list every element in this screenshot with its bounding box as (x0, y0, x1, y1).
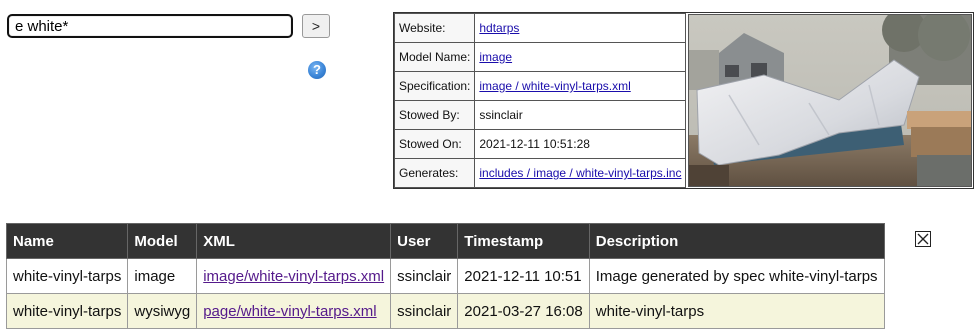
help-icon[interactable]: ? (308, 61, 326, 79)
cell-model: wysiwyg (127, 293, 198, 329)
info-label: Website: (393, 13, 476, 43)
cell-model: image (127, 258, 198, 294)
column-header-model[interactable]: Model (127, 223, 198, 259)
table-row[interactable]: white-vinyl-tarps wysiwyg page/white-vin… (5, 293, 885, 329)
website-link[interactable]: hdtarps (479, 21, 519, 35)
stowed-by-value: ssinclair (474, 100, 687, 130)
column-header-description[interactable]: Description (588, 223, 885, 259)
info-row-stowed-by: Stowed By: ssinclair (393, 100, 687, 130)
cell-timestamp: 2021-12-11 10:51 (457, 258, 590, 294)
close-box-icon[interactable] (915, 231, 931, 247)
cell-name: white-vinyl-tarps (5, 293, 129, 329)
specification-link[interactable]: image / white-vinyl-tarps.xml (479, 79, 630, 93)
go-button[interactable]: > (302, 14, 330, 38)
tarp-photo (689, 15, 971, 186)
info-table: Website: hdtarps Model Name: image Speci… (393, 13, 687, 188)
info-label: Generates: (393, 158, 476, 188)
close-x-icon (917, 233, 929, 245)
column-header-xml[interactable]: XML (196, 223, 392, 259)
column-header-name[interactable]: Name (5, 223, 129, 259)
info-row-stowed-on: Stowed On: 2021-12-11 10:51:28 (393, 129, 687, 159)
results-table: Name Model XML User Timestamp Descriptio… (5, 223, 885, 329)
info-row-specification: Specification: image / white-vinyl-tarps… (393, 71, 687, 101)
model-name-link[interactable]: image (479, 50, 512, 64)
cell-user: ssinclair (390, 293, 459, 329)
info-label: Stowed By: (393, 100, 476, 130)
xml-link[interactable]: page/white-vinyl-tarps.xml (203, 303, 376, 320)
info-row-generates: Generates: includes / image / white-viny… (393, 158, 687, 188)
stowed-on-value: 2021-12-11 10:51:28 (474, 129, 687, 159)
info-row-model-name: Model Name: image (393, 42, 687, 72)
column-header-timestamp[interactable]: Timestamp (457, 223, 590, 259)
cell-user: ssinclair (390, 258, 459, 294)
cell-description: white-vinyl-tarps (588, 293, 885, 329)
info-label: Model Name: (393, 42, 476, 72)
preview-image (688, 14, 972, 187)
info-panel: Website: hdtarps Model Name: image Speci… (393, 12, 974, 189)
cell-name: white-vinyl-tarps (5, 258, 129, 294)
cell-timestamp: 2021-03-27 16:08 (457, 293, 590, 329)
info-row-website: Website: hdtarps (393, 13, 687, 43)
xml-link[interactable]: image/white-vinyl-tarps.xml (203, 268, 384, 285)
results-header-row: Name Model XML User Timestamp Descriptio… (5, 223, 885, 259)
column-header-user[interactable]: User (390, 223, 459, 259)
table-row[interactable]: white-vinyl-tarps image image/white-viny… (5, 258, 885, 294)
info-label: Stowed On: (393, 129, 476, 159)
cell-description: Image generated by spec white-vinyl-tarp… (588, 258, 885, 294)
search-input[interactable] (7, 14, 293, 38)
info-label: Specification: (393, 71, 476, 101)
generates-link[interactable]: includes / image / white-vinyl-tarps.inc (479, 166, 681, 180)
